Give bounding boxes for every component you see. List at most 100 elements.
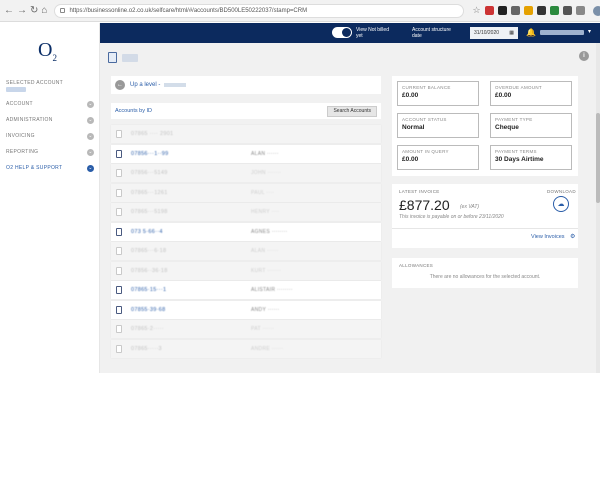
account-name: ALAN ······ — [251, 248, 279, 254]
account-row[interactable]: 07855·39·68 ANDY ······ — [111, 300, 381, 319]
extension-icon[interactable] — [549, 6, 559, 15]
stat-value: Normal — [402, 124, 425, 131]
chevron-down-icon: ⌄ — [87, 148, 94, 156]
account-row[interactable]: 07865 ···· 2901 — [111, 125, 381, 143]
sidebar: O2 SELECTED ACCOUNT ACCOUNT ⌄ ADMINISTRA… — [0, 23, 100, 373]
account-row[interactable]: 07856···5149 JOHN ······· — [111, 164, 381, 182]
up-a-level-link[interactable]: Up a level - — [130, 82, 160, 88]
url-text: https://businessonline.o2.co.uk/selfcare… — [69, 7, 308, 14]
back-icon[interactable]: ← — [4, 4, 14, 18]
sidebar-item-administration[interactable]: ADMINISTRATION ⌄ — [0, 112, 100, 128]
search-accounts-button[interactable]: Search Accounts — [327, 105, 377, 117]
stat-label: OVERDUE AMOUNT — [495, 85, 542, 90]
chevron-down-icon: ⌄ — [87, 116, 94, 124]
account-number[interactable]: 07865···6·18 — [131, 248, 251, 254]
account-number[interactable]: 07856···1··99 — [131, 151, 251, 157]
top-bar: View Not billed yet Account structure da… — [100, 23, 600, 43]
extension-icon[interactable] — [523, 6, 533, 15]
profile-avatar[interactable] — [592, 5, 600, 16]
extension-icon[interactable] — [497, 6, 507, 15]
account-number[interactable]: 07865 ···· 2901 — [131, 131, 251, 137]
not-billed-label: View Not billed yet — [356, 27, 389, 39]
sim-card-icon — [116, 344, 122, 353]
up-a-level-bar[interactable]: ← Up a level - — [111, 76, 381, 94]
forward-icon[interactable]: → — [17, 4, 27, 18]
account-number[interactable]: 07855·39·68 — [131, 307, 251, 313]
stat-value: £0.00 — [402, 156, 419, 163]
extension-icon[interactable] — [536, 6, 546, 15]
account-number[interactable]: 07856···5149 — [131, 170, 251, 176]
account-number[interactable]: 07856··36·18 — [131, 268, 251, 274]
invoice-vat-note: (ex VAT) — [460, 204, 480, 210]
account-name: ALISTAIR ········ — [251, 287, 293, 293]
current-balance-card: CURRENT BALANCE £0.00 — [397, 81, 479, 106]
stat-label: PAYMENT TERMS — [495, 149, 537, 154]
account-row[interactable]: 07865···6·18 ALAN ······ — [111, 242, 381, 260]
sim-card-icon — [116, 305, 122, 314]
account-number[interactable]: 07865·····3 — [131, 346, 251, 352]
puzzle-icon[interactable] — [575, 6, 585, 15]
selected-account-label: SELECTED ACCOUNT — [6, 80, 64, 86]
structure-date-value: 31/10/2020 — [474, 30, 500, 36]
account-name: KURT ······· — [251, 267, 282, 274]
side-nav: ACCOUNT ⌄ ADMINISTRATION ⌄ INVOICING ⌄ R… — [0, 96, 100, 176]
structure-date-picker[interactable]: 31/10/2020 ▦ — [470, 27, 518, 39]
sidebar-item-label: ADMINISTRATION — [6, 117, 53, 123]
accounts-by-id-title: Accounts by ID — [115, 108, 152, 114]
account-number[interactable]: 07865···5198 — [131, 209, 251, 215]
sim-card-icon — [116, 169, 122, 177]
address-bar[interactable]: https://businessonline.o2.co.uk/selfcare… — [54, 3, 465, 18]
bell-icon[interactable]: 🔔 — [526, 28, 536, 37]
account-row[interactable]: 07865·2····· PAT ······ — [111, 320, 381, 338]
account-row[interactable]: 073 5·66··4 AGNES ········ — [111, 222, 381, 241]
account-number[interactable]: 07865·2····· — [131, 326, 251, 332]
account-row[interactable]: 07865·15···1 ALISTAIR ········ — [111, 281, 381, 299]
accounts-list: 07865 ···· 2901 07856···1··99 ALAN ······ 0… — [111, 125, 381, 359]
extension-icon[interactable] — [562, 6, 572, 15]
account-name: JOHN ······· — [251, 170, 282, 176]
sim-card-icon — [116, 247, 122, 255]
account-number[interactable]: 07865·15···1 — [131, 287, 251, 293]
sidebar-item-invoicing[interactable]: INVOICING ⌄ — [0, 128, 100, 144]
reload-icon[interactable]: ↻ — [30, 4, 38, 18]
selected-account-value — [6, 87, 26, 92]
toggle-knob — [342, 28, 351, 37]
caret-down-icon[interactable]: ▾ — [588, 28, 591, 35]
home-icon[interactable]: ⌂ — [41, 4, 47, 18]
account-row[interactable]: 07865···1261 PAUL ···· — [111, 183, 381, 202]
invoice-amount: £877.20 — [399, 197, 450, 213]
overdue-amount-card: OVERDUE AMOUNT £0.00 — [490, 81, 572, 106]
account-number[interactable]: 073 5·66··4 — [131, 229, 251, 235]
info-icon[interactable]: i — [579, 51, 589, 61]
extension-icon[interactable] — [484, 6, 494, 15]
account-row[interactable]: 07856··36·18 KURT ······· — [111, 261, 381, 280]
chevron-down-icon: ⌄ — [87, 164, 94, 172]
account-row[interactable]: 07865···5198 HENRY ···· — [111, 203, 381, 221]
view-invoices-link[interactable]: View Invoices — [531, 234, 565, 240]
stat-label: PAYMENT TYPE — [495, 117, 533, 122]
account-name: HENRY ···· — [251, 209, 280, 215]
sidebar-item-reporting[interactable]: REPORTING ⌄ — [0, 144, 100, 160]
extension-icon[interactable] — [510, 6, 520, 15]
cloud-download-icon[interactable]: ☁ — [553, 196, 569, 212]
not-billed-toggle[interactable] — [332, 27, 352, 38]
download-label: DOWNLOAD — [547, 189, 576, 194]
account-number[interactable]: 07865···1261 — [131, 190, 251, 196]
chevron-right-icon[interactable]: ⚙ — [570, 233, 575, 240]
account-row[interactable]: 07856···1··99 ALAN ······ — [111, 144, 381, 163]
user-menu[interactable] — [540, 30, 584, 35]
sidebar-item-help-support[interactable]: O2 HELP & SUPPORT ⌄ — [0, 160, 100, 176]
account-name: ALAN ······ — [251, 150, 279, 157]
sidebar-item-account[interactable]: ACCOUNT ⌄ — [0, 96, 100, 112]
arrow-left-icon[interactable]: ← — [115, 80, 125, 90]
page-scrollbar[interactable] — [596, 43, 600, 373]
allowances-empty-text: There are no allowances for the selected… — [429, 274, 541, 280]
sidebar-item-label: INVOICING — [6, 133, 35, 139]
scrollbar-thumb[interactable] — [596, 113, 600, 203]
bookmark-star-icon[interactable]: ☆ — [472, 5, 480, 16]
main-content: i ← Up a level - Accounts by ID Search A… — [100, 43, 600, 373]
account-name: AGNES ········ — [251, 228, 288, 235]
sim-card-icon — [116, 227, 122, 236]
account-row[interactable]: 07865·····3 ANDRE ······ — [111, 339, 381, 358]
o2-logo[interactable]: O2 — [38, 39, 57, 63]
